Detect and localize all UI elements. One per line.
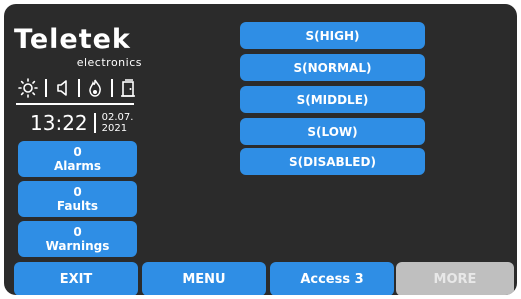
brand-name: Teletek [14,24,131,55]
alarms-button[interactable]: 0 Alarms [18,141,137,177]
faults-button[interactable]: 0 Faults [18,181,137,217]
faults-count: 0 [73,185,82,199]
clock-time: 13:22 [30,111,88,135]
warnings-count: 0 [73,225,82,239]
mode-high-button[interactable]: S(HIGH) [240,22,425,49]
icon-separator [45,79,48,97]
clock-separator [93,113,96,133]
device-screen: Teletek electronics 13:22 02.07. 2021 0 … [4,4,517,295]
more-button[interactable]: MORE [396,262,514,295]
brand-subtitle: electronics [76,56,142,69]
warnings-label: Warnings [45,239,110,253]
alarms-count: 0 [73,145,82,159]
door-icon [120,79,136,97]
warnings-button[interactable]: 0 Warnings [18,221,137,257]
clock-date: 02.07. 2021 [102,112,134,134]
clock: 13:22 02.07. 2021 [30,111,133,135]
mode-normal-button[interactable]: S(NORMAL) [240,54,425,81]
mode-disabled-button[interactable]: S(DISABLED) [240,148,425,175]
access-level-button[interactable]: Access 3 [270,262,394,295]
speaker-icon [55,79,71,97]
mode-middle-button[interactable]: S(MIDDLE) [240,86,425,113]
clock-date-year: 2021 [101,123,128,134]
status-icon-row [18,78,136,98]
alarms-label: Alarms [53,159,102,173]
sun-icon [18,78,38,98]
flame-icon [87,79,103,97]
icon-separator [77,79,80,97]
divider-line [16,103,134,105]
mode-low-button[interactable]: S(LOW) [240,118,425,145]
brand-logo: Teletek electronics [14,24,142,70]
faults-label: Faults [56,199,99,213]
clock-date-day: 02.07. [101,112,134,123]
exit-button[interactable]: EXIT [14,262,138,295]
icon-separator [110,79,113,97]
menu-button[interactable]: MENU [142,262,266,295]
